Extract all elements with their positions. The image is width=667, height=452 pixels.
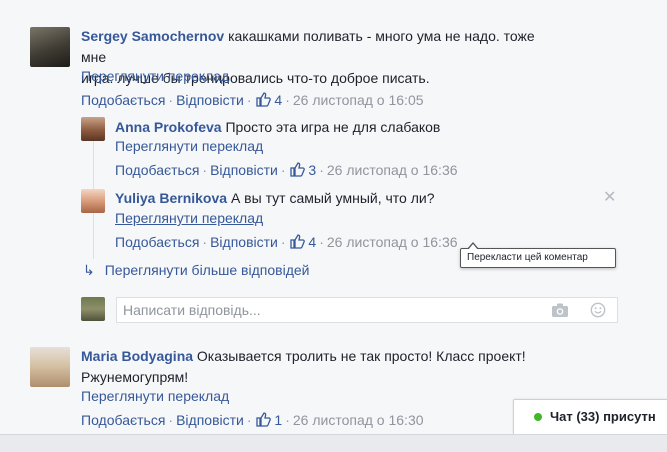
like-button[interactable]: Подобається: [81, 412, 165, 428]
reply-button[interactable]: Відповісти: [210, 162, 278, 178]
avatar-anna-prokofeva[interactable]: [81, 117, 105, 141]
comment-text: Оказывается тролить не так просто! Класс…: [196, 348, 526, 364]
view-more-replies-label: Переглянути більше відповідей: [104, 262, 310, 278]
thumbs-up-icon: [255, 412, 271, 427]
see-translation-link[interactable]: Переглянути переклад: [81, 388, 229, 404]
reply-author[interactable]: Yuliya Bernikova: [115, 190, 227, 206]
chat-sidebar-toggle[interactable]: Чат (33) присутн: [513, 399, 667, 434]
reply-button[interactable]: Відповісти: [176, 92, 244, 108]
like-button[interactable]: Подобається: [81, 92, 165, 108]
like-button[interactable]: Подобається: [115, 162, 199, 178]
see-translation-link[interactable]: Переглянути переклад: [115, 138, 263, 154]
see-translation-link[interactable]: Переглянути переклад: [81, 68, 229, 84]
likes-count[interactable]: 4: [289, 234, 316, 250]
translate-tooltip: Перекласти цей коментар: [460, 242, 616, 268]
reply-body: Anna Prokofeva Просто эта игра не для сл…: [115, 117, 440, 138]
reply-composer: [116, 297, 618, 323]
reply-actions: Подобається · Відповісти · 3 · 26 листопад о …: [115, 162, 458, 178]
reply-text: Просто эта игра не для слабаков: [225, 119, 441, 135]
comment-author[interactable]: Sergey Samochernov: [81, 28, 224, 44]
comment-text-line2: Ржунемогупрям!: [81, 369, 189, 385]
reply-button[interactable]: Відповісти: [210, 234, 278, 250]
timestamp[interactable]: 26 листопад о 16:36: [327, 162, 458, 178]
reply-body: Yuliya Bernikova А вы тут самый умный, ч…: [115, 188, 435, 209]
smile-icon[interactable]: [589, 302, 607, 318]
comment-actions: Подобається · Відповісти · 1 · 26 листопад о …: [81, 412, 424, 428]
like-button[interactable]: Подобається: [115, 234, 199, 250]
view-more-replies-link[interactable]: ↳ Переглянути більше відповідей: [83, 262, 309, 279]
thumbs-up-icon: [289, 162, 305, 177]
reply-input[interactable]: [123, 299, 523, 321]
thumbs-up-icon: [255, 92, 271, 107]
reply-author[interactable]: Anna Prokofeva: [115, 119, 222, 135]
see-translation-link[interactable]: Переглянути переклад: [115, 210, 263, 226]
reply-button[interactable]: Відповісти: [176, 412, 244, 428]
current-user-avatar: [81, 297, 105, 321]
comment-author[interactable]: Maria Bodyagina: [81, 348, 193, 364]
comment-actions: Подобається · Відповісти · 4 · 26 листопад о …: [81, 92, 424, 108]
camera-icon[interactable]: [551, 302, 569, 318]
likes-count[interactable]: 3: [289, 162, 316, 178]
comment-body: Maria Bodyagina Оказывается тролить не т…: [81, 346, 551, 388]
timestamp[interactable]: 26 листопад о 16:30: [293, 412, 424, 428]
close-icon[interactable]: ✕: [603, 187, 616, 207]
avatar-maria-bodyagina[interactable]: [30, 347, 70, 387]
chat-label: Чат (33) присутн: [550, 409, 656, 424]
likes-count[interactable]: 1: [255, 412, 282, 428]
avatar-yuliya-bernikova[interactable]: [81, 189, 105, 213]
likes-count[interactable]: 4: [255, 92, 282, 108]
timestamp[interactable]: 26 листопад о 16:05: [293, 92, 424, 108]
timestamp[interactable]: 26 листопад о 16:36: [327, 234, 458, 250]
reply-actions: Подобається · Відповісти · 4 · 26 листопад о …: [115, 234, 458, 250]
reply-arrow-icon: ↳: [83, 262, 95, 278]
avatar-sergey-samochernov[interactable]: [30, 27, 70, 67]
thumbs-up-icon: [289, 234, 305, 249]
bottom-bar: [0, 434, 667, 452]
reply-text: А вы тут самый умный, что ли?: [230, 190, 435, 206]
online-dot-icon: [534, 413, 542, 421]
